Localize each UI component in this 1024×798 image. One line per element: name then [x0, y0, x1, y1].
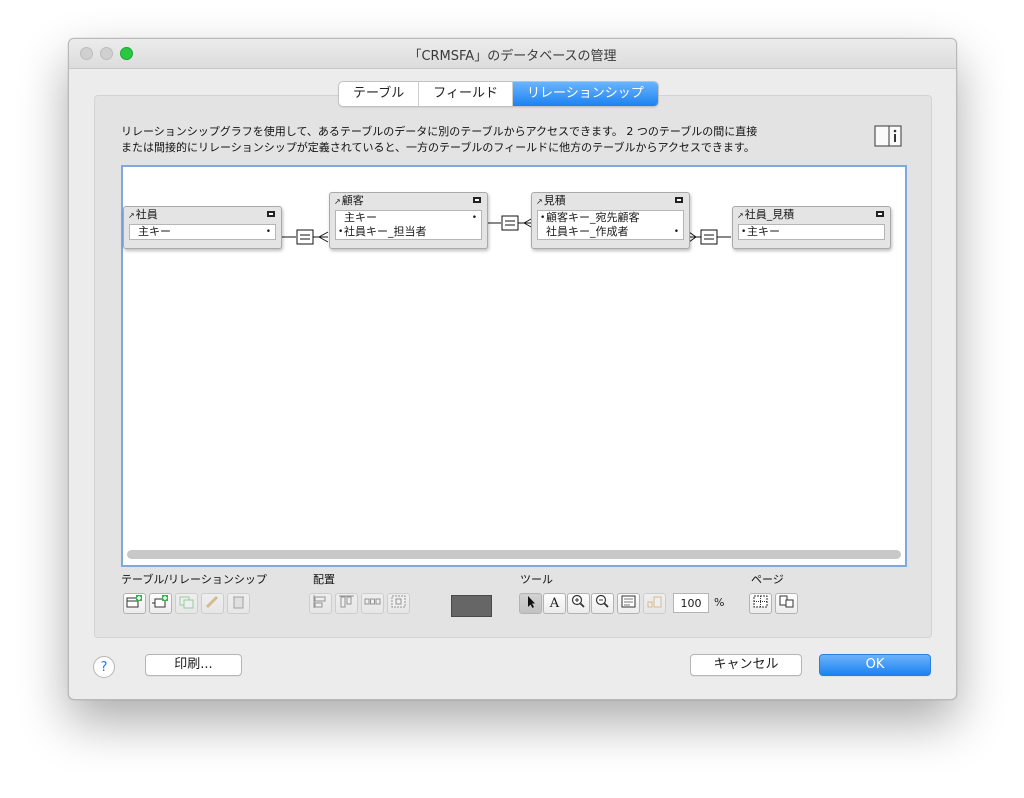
key-dot-icon: •: [265, 227, 271, 237]
field-item[interactable]: 主キー •: [130, 225, 275, 239]
align-top-button[interactable]: [335, 593, 358, 614]
arrow-icon: ↗: [737, 211, 744, 220]
field-list: 顧客キー_宛先顧客 社員キー_作成者•: [537, 210, 684, 240]
tab-tables[interactable]: テーブル: [339, 82, 420, 106]
cancel-button[interactable]: キャンセル: [690, 654, 802, 676]
resize-to-fit-button[interactable]: [643, 593, 666, 614]
edit-note-button[interactable]: [617, 593, 640, 614]
print-button[interactable]: 印刷...: [145, 654, 242, 676]
field-item[interactable]: 顧客キー_宛先顧客: [538, 211, 683, 225]
table-occurrence-quote[interactable]: ↗見積 顧客キー_宛先顧客 社員キー_作成者•: [531, 192, 690, 249]
duplicate-icon: [179, 596, 194, 609]
horizontal-scrollbar[interactable]: [127, 550, 901, 559]
arrow-icon: ↗: [536, 197, 543, 206]
resize-button[interactable]: [387, 593, 410, 614]
title-bar: 「CRMSFA」のデータベースの管理: [69, 39, 956, 69]
table-occurrence-customer[interactable]: ↗顧客 主キー• 社員キー_担当者: [329, 192, 488, 249]
table-name: 社員_見積: [744, 208, 795, 221]
collapse-table-icon[interactable]: [473, 197, 481, 203]
table-occurrence-employee-quote[interactable]: ↗社員_見積 主キー: [732, 206, 891, 249]
field-list: 主キー• 社員キー_担当者: [335, 210, 482, 240]
description-line-1: リレーションシップグラフを使用して、あるテーブルのデータに別のテーブルからアクセ…: [121, 125, 758, 138]
color-swatch[interactable]: [451, 595, 492, 617]
page-setup-icon: [779, 595, 794, 608]
add-table-button[interactable]: [123, 593, 146, 614]
zoom-out-icon: [595, 594, 609, 608]
table-name: 社員: [135, 208, 158, 221]
arrow-icon: ↗: [334, 197, 341, 206]
distribute-button[interactable]: [361, 593, 384, 614]
table-name: 顧客: [341, 194, 364, 207]
zoom-in-icon: [571, 594, 585, 608]
table-name: 見積: [543, 194, 566, 207]
pointer-icon: [528, 596, 535, 608]
note-icon: [621, 595, 636, 608]
delete-button[interactable]: [227, 593, 250, 614]
tools-group-label: ツール: [520, 573, 553, 586]
tab-bar: テーブル フィールド リレーションシップ: [338, 81, 659, 107]
tab-fields[interactable]: フィールド: [419, 82, 513, 106]
field-item[interactable]: 社員キー_作成者 •: [538, 225, 683, 239]
description-text: リレーションシップグラフを使用して、あるテーブルのデータに別のテーブルからアクセ…: [121, 124, 841, 156]
window-title: 「CRMSFA」のデータベースの管理: [408, 49, 617, 64]
relationship-graph-canvas[interactable]: ↗社員 主キー• ↗顧客 主キー• 社員キー_担当者 ↗見積 顧客キー_宛先顧客…: [121, 165, 907, 567]
align-top-icon: [339, 595, 354, 608]
arrange-group-label: 配置: [313, 573, 335, 586]
show-page-breaks-button[interactable]: [749, 593, 772, 614]
collapse-table-icon[interactable]: [876, 211, 884, 217]
field-item[interactable]: 社員キー_担当者: [336, 225, 481, 239]
align-left-icon: [313, 595, 326, 608]
table-relationship-group-label: テーブル/リレーションシップ: [121, 573, 267, 586]
align-left-button[interactable]: [309, 593, 332, 614]
duplicate-button[interactable]: [175, 593, 198, 614]
table-occurrence-employee[interactable]: ↗社員 主キー •: [123, 206, 282, 249]
add-relationship-button[interactable]: [149, 593, 172, 614]
zoom-percentage-field[interactable]: 100: [673, 593, 709, 613]
zoom-percent-unit: %: [714, 596, 725, 609]
resize-icon: [391, 595, 406, 608]
text-tool-button[interactable]: A: [543, 593, 566, 614]
inspector-panel-icon[interactable]: [874, 125, 902, 147]
collapse-table-icon[interactable]: [675, 197, 683, 203]
description-line-2: または間接的にリレーションシップが定義されていると、一方のテーブルのフィールドに…: [121, 141, 755, 154]
trash-icon: [233, 596, 244, 609]
tab-relationships[interactable]: リレーションシップ: [512, 82, 658, 106]
add-table-icon: [126, 595, 142, 608]
key-dot-icon: •: [471, 213, 477, 223]
distribute-icon: [364, 598, 381, 605]
collapse-table-icon[interactable]: [267, 211, 275, 217]
help-button[interactable]: ?: [93, 656, 115, 678]
page-setup-button[interactable]: [775, 593, 798, 614]
pointer-tool-button[interactable]: [519, 593, 542, 614]
ok-button[interactable]: OK: [819, 654, 931, 676]
page-group-label: ページ: [751, 573, 784, 586]
key-dot-icon: •: [673, 227, 679, 237]
edit-button[interactable]: [201, 593, 224, 614]
field-list: 主キー •: [129, 224, 276, 240]
manage-database-window: 「CRMSFA」のデータベースの管理 テーブル フィールド リレーションシップ …: [68, 38, 957, 700]
pencil-icon: [205, 595, 219, 609]
zoom-in-button[interactable]: [567, 593, 590, 614]
add-relationship-icon: [152, 595, 168, 608]
page-breaks-icon: [753, 595, 768, 608]
field-item[interactable]: 主キー: [739, 225, 884, 239]
zoom-out-button[interactable]: [591, 593, 614, 614]
fit-icon: [647, 596, 662, 608]
arrow-icon: ↗: [128, 211, 135, 220]
field-list: 主キー: [738, 224, 885, 240]
field-item[interactable]: 主キー •: [336, 211, 481, 225]
